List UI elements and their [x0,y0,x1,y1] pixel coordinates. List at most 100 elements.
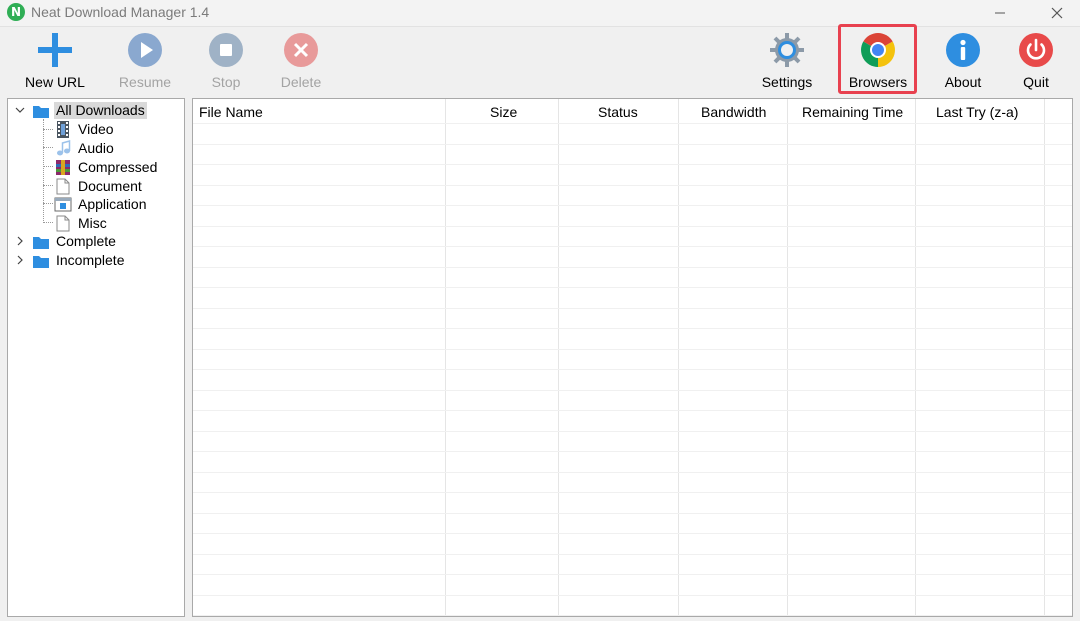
stop-icon [207,31,245,69]
row-gridline [193,410,1072,411]
toolbar: New URL Resume Stop Delete Settings Brow… [0,26,1080,96]
row-gridline [193,164,1072,165]
tree-item-label: Application [78,196,147,212]
row-gridline [193,226,1072,227]
tree-item-incomplete[interactable]: Incomplete [32,251,126,270]
tree-connector [43,129,53,130]
tree-connector [43,203,53,204]
tree-item-label: Misc [78,215,107,231]
stop-button[interactable]: Stop [200,31,252,93]
row-gridline [193,492,1072,493]
row-gridline [193,554,1072,555]
row-gridline [193,185,1072,186]
delete-button[interactable]: Delete [277,31,325,93]
column-separator [678,99,679,616]
maximize-button[interactable] [978,0,1024,26]
tree-item-label: Audio [78,140,114,156]
delete-icon [282,31,320,69]
column-header-status[interactable]: Status [598,99,638,123]
close-button[interactable] [1034,0,1080,26]
tree-connector [43,166,53,167]
tree-item-label: All Downloads [54,102,147,119]
app-icon: N [7,3,25,21]
tree-connector [43,119,44,223]
file-icon [54,215,72,232]
delete-label: Delete [280,74,322,90]
collapse-chevron-icon[interactable] [14,104,26,116]
category-tree: All Downloads Video Audio Compressed Doc… [7,98,185,617]
resume-button[interactable]: Resume [116,31,174,93]
row-gridline [193,451,1072,452]
quit-label: Quit [1023,74,1049,90]
browsers-highlight-box [838,24,917,94]
play-icon [126,31,164,69]
row-gridline [193,533,1072,534]
folder-icon [32,233,50,250]
quit-button[interactable]: Quit [1014,31,1058,93]
row-gridline [193,574,1072,575]
tree-item-label: Compressed [78,159,158,175]
column-separator [445,99,446,616]
column-separator [787,99,788,616]
column-separator [558,99,559,616]
plus-icon [36,31,74,69]
tree-item-label: Video [78,121,114,137]
row-gridline [193,615,1072,616]
row-gridline [193,287,1072,288]
column-header-file-name[interactable]: File Name [199,99,263,123]
tree-item-label: Document [78,178,142,194]
settings-label: Settings [761,74,813,90]
settings-button[interactable]: Settings [760,31,814,93]
row-gridline [193,390,1072,391]
row-gridline [193,205,1072,206]
archive-icon [54,159,72,176]
column-separator [915,99,916,616]
tree-connector [43,222,53,223]
row-gridline [193,328,1072,329]
folder-icon [32,102,50,119]
row-gridline [193,513,1072,514]
tree-connector [43,147,53,148]
music-note-icon [54,140,72,157]
tree-item-misc[interactable]: Misc [54,214,109,233]
close-icon [1051,7,1063,19]
tree-item-label: Incomplete [56,252,125,268]
info-icon [944,31,982,69]
list-header: File Name Size Status Bandwidth Remainin… [193,99,1072,123]
new-url-button[interactable]: New URL [24,31,86,93]
tree-item-label: Complete [56,233,116,249]
new-url-label: New URL [25,74,85,90]
tree-item-audio[interactable]: Audio [54,139,116,158]
row-gridline [193,246,1072,247]
column-header-bandwidth[interactable]: Bandwidth [701,99,766,123]
gear-icon [768,31,806,69]
tree-item-video[interactable]: Video [54,120,116,139]
row-gridline [193,308,1072,309]
folder-icon [32,252,50,269]
film-icon [54,121,72,138]
power-icon [1017,31,1055,69]
tree-item-document[interactable]: Document [54,177,144,196]
row-gridline [193,349,1072,350]
expand-chevron-icon[interactable] [14,235,26,247]
about-label: About [944,74,982,90]
column-separator [1044,99,1045,616]
row-gridline [193,369,1072,370]
tree-connector [43,185,53,186]
row-gridline [193,431,1072,432]
tree-item-complete[interactable]: Complete [32,232,118,251]
column-header-last-try[interactable]: Last Try (z-a) [936,99,1018,123]
tree-item-application[interactable]: Application [54,195,149,214]
tree-item-compressed[interactable]: Compressed [54,158,159,177]
about-button[interactable]: About [940,31,986,93]
tree-item-all-downloads[interactable]: All Downloads [32,101,147,120]
expand-chevron-icon[interactable] [14,254,26,266]
column-header-size[interactable]: Size [490,99,517,123]
stop-label: Stop [211,74,241,90]
downloads-list: File Name Size Status Bandwidth Remainin… [192,98,1073,617]
column-header-remaining-time[interactable]: Remaining Time [802,99,903,123]
row-gridline [193,123,1072,124]
row-gridline [193,267,1072,268]
row-gridline [193,595,1072,596]
document-icon [54,178,72,195]
